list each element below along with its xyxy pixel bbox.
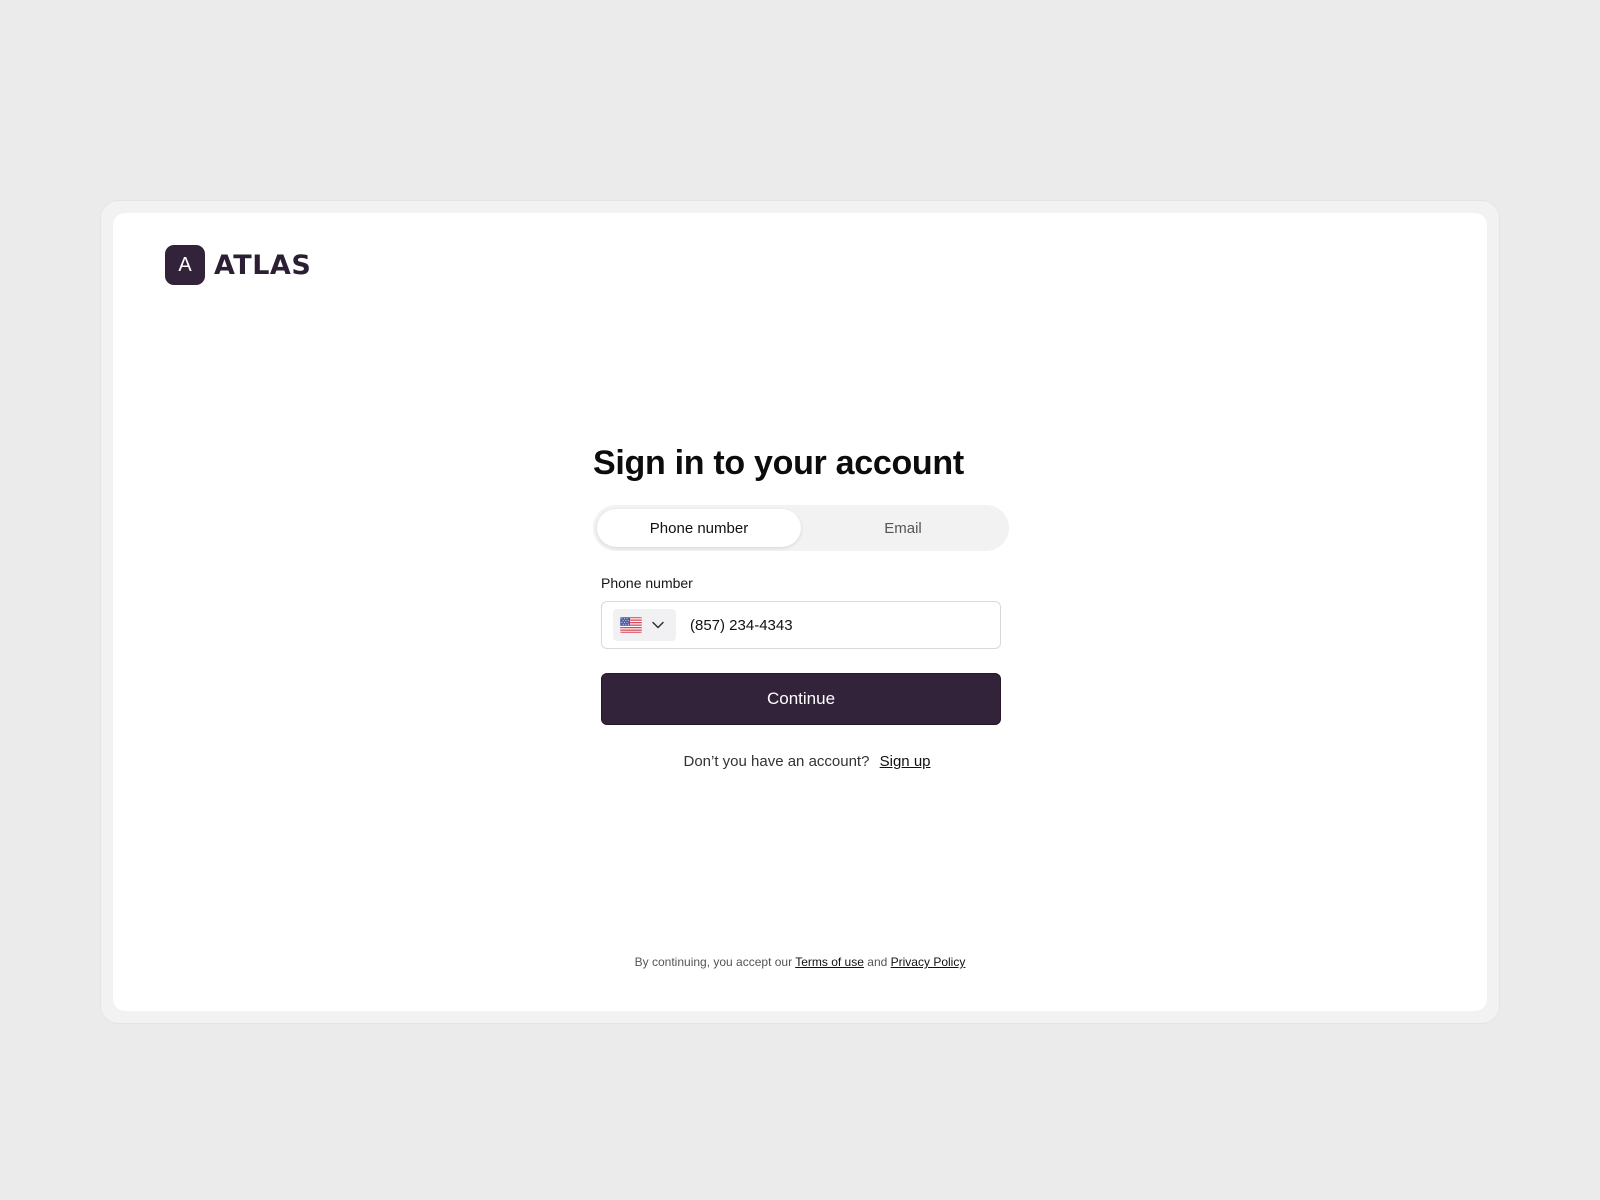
window-frame: A ATLAS Sign in to your account Phone nu… bbox=[100, 200, 1500, 1024]
signup-prompt: Don’t you have an account? Sign up bbox=[593, 753, 1013, 770]
chevron-down-icon bbox=[652, 621, 664, 629]
signup-prompt-text: Don’t you have an account? bbox=[683, 753, 870, 770]
sign-up-link[interactable]: Sign up bbox=[880, 753, 931, 770]
phone-number-label: Phone number bbox=[601, 575, 693, 591]
signin-card: A ATLAS Sign in to your account Phone nu… bbox=[113, 213, 1487, 1011]
phone-number-field[interactable] bbox=[601, 601, 1001, 649]
tab-phone-number[interactable]: Phone number bbox=[597, 509, 801, 547]
continue-button[interactable]: Continue bbox=[601, 673, 1001, 725]
country-code-select[interactable] bbox=[613, 609, 676, 641]
legal-conjunction: and bbox=[867, 955, 888, 969]
logo-letter: A bbox=[178, 253, 192, 276]
privacy-policy-link[interactable]: Privacy Policy bbox=[891, 955, 966, 969]
legal-prefix: By continuing, you accept our bbox=[634, 955, 793, 969]
logo-mark-icon: A bbox=[165, 245, 205, 285]
brand-name: ATLAS bbox=[214, 249, 312, 281]
tab-email[interactable]: Email bbox=[801, 509, 1005, 547]
terms-of-use-link[interactable]: Terms of use bbox=[795, 955, 864, 969]
signin-form: Sign in to your account Phone number Ema… bbox=[593, 443, 1013, 770]
brand-logo: A ATLAS bbox=[165, 245, 311, 285]
legal-footer: By continuing, you accept our Terms of u… bbox=[113, 955, 1487, 969]
page-title: Sign in to your account bbox=[593, 444, 964, 482]
us-flag-icon bbox=[620, 617, 642, 633]
signin-method-toggle: Phone number Email bbox=[593, 505, 1009, 551]
phone-number-input[interactable] bbox=[688, 615, 988, 635]
